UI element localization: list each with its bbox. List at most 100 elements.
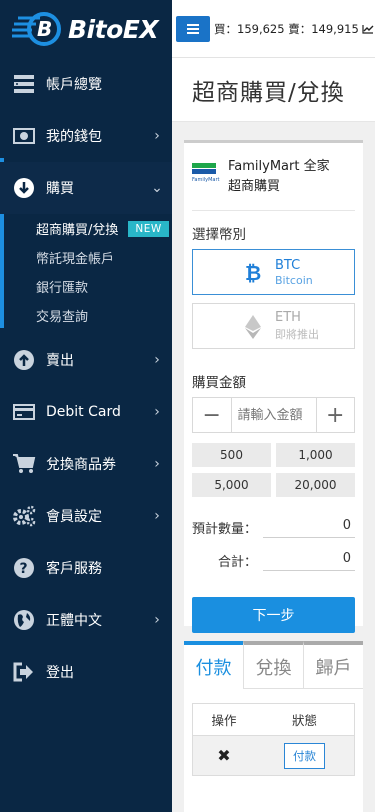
tab-exchange[interactable]: 兌換: [243, 641, 303, 689]
quick-amounts: 500 1,000 5,000 20,000: [192, 443, 355, 497]
sidebar-item-label: 客戶服務: [46, 561, 102, 577]
sidebar-item-support[interactable]: ? 客戶服務: [0, 542, 172, 594]
submenu-item-cash-account[interactable]: 幣託現金帳戶: [36, 243, 172, 272]
hamburger-icon: [187, 23, 199, 34]
submenu-item-label: 交易查詢: [36, 310, 89, 325]
amount-input[interactable]: [230, 398, 317, 432]
price-ticker: 買：159,625 賣：149,915: [214, 21, 359, 36]
store-name: FamilyMart 全家: [228, 159, 330, 174]
sidebar-item-overview[interactable]: 帳戶總覽: [0, 58, 172, 110]
logout-icon: [12, 660, 36, 684]
decrease-button[interactable]: −: [193, 398, 231, 432]
table-row: ✖ 付款: [193, 736, 354, 775]
chevron-down-icon: ⌄: [151, 180, 163, 196]
bitcoin-icon: ₿: [243, 262, 263, 284]
table-header: 操作 狀態: [193, 704, 354, 736]
tab-payment[interactable]: 付款: [184, 641, 243, 689]
currency-label: 選擇幣別: [192, 227, 246, 243]
orders-table: 操作 狀態 ✖ 付款: [192, 703, 355, 776]
sidebar-item-label: 登出: [46, 665, 74, 681]
sidebar-item-label: 兌換商品券: [46, 457, 116, 473]
sidebar-item-vouchers[interactable]: 兌換商品券 ›: [0, 438, 172, 490]
purchase-card: FamilyMart FamilyMart 全家 超商購買 選擇幣別 ₿ BTC…: [184, 140, 363, 633]
svg-text:?: ?: [20, 561, 28, 577]
quick-amount-button[interactable]: 1,000: [276, 443, 355, 467]
chevron-right-icon: ›: [154, 508, 160, 524]
wallet-icon: [12, 124, 36, 148]
question-icon: ?: [12, 556, 36, 580]
top-bar: 買：159,625 賣：149,915: [172, 0, 375, 58]
next-step-button[interactable]: 下一步: [192, 597, 355, 633]
sidebar-item-label: 會員設定: [46, 509, 102, 525]
estimated-quantity-row: 預計數量： 0: [184, 511, 363, 544]
sidebar-item-sell[interactable]: 賣出 ›: [0, 334, 172, 386]
submenu-item-transactions[interactable]: 交易查詢: [36, 301, 172, 330]
store-title: FamilyMart 全家 超商購買: [228, 157, 330, 197]
cart-icon: [12, 452, 36, 476]
buy-submenu: 超商購買/兌換 NEW 幣託現金帳戶 銀行匯款 交易查詢: [0, 214, 172, 330]
submenu-item-label: 超商購買/兌換: [36, 223, 119, 238]
bitoex-logo-icon: B: [12, 12, 61, 46]
sidebar: B BitoEX 帳戶總覽 我的錢包 › 購買 ⌄ 超商購買/兌換 NEW 幣託…: [0, 0, 172, 812]
brand-logo[interactable]: B BitoEX: [0, 0, 172, 58]
sidebar-item-label: Debit Card: [46, 404, 121, 420]
quick-amount-button[interactable]: 20,000: [276, 473, 355, 497]
cancel-icon[interactable]: ✖: [193, 736, 255, 775]
order-tabs: 付款 兌換 歸戶 操作 狀態 ✖ 付款: [184, 641, 363, 812]
dashboard-icon: [12, 72, 36, 96]
coin-subtitle: Bitcoin: [275, 273, 313, 287]
total-row: 合計： 0: [184, 544, 363, 577]
sidebar-item-member-settings[interactable]: 會員設定 ›: [0, 490, 172, 542]
btc-option-button[interactable]: ₿ BTC Bitcoin: [192, 249, 355, 295]
tab-assign[interactable]: 歸戶: [303, 641, 363, 689]
estimated-quantity-value: 0: [263, 518, 355, 538]
column-header-status: 狀態: [291, 713, 317, 728]
upload-circle-icon: [12, 348, 36, 372]
svg-text:₿: ₿: [245, 262, 261, 284]
divider: [192, 210, 355, 211]
chevron-right-icon: ›: [154, 456, 160, 472]
sidebar-item-label: 帳戶總覽: [46, 77, 102, 93]
submenu-item-label: 幣託現金帳戶: [36, 252, 115, 267]
new-badge: NEW: [128, 220, 169, 237]
sidebar-item-logout[interactable]: 登出: [0, 646, 172, 698]
card-icon: [12, 400, 36, 424]
eth-option-button[interactable]: ETH 即將推出: [192, 303, 355, 349]
globe-icon: [12, 608, 36, 632]
sidebar-item-label: 賣出: [46, 353, 74, 369]
store-header: FamilyMart FamilyMart 全家 超商購買: [184, 143, 363, 197]
pay-button[interactable]: 付款: [284, 742, 325, 769]
submenu-item-bank-transfer[interactable]: 銀行匯款: [36, 272, 172, 301]
sidebar-item-label: 購買: [46, 181, 74, 197]
sidebar-item-buy[interactable]: 購買 ⌄: [0, 162, 172, 214]
page-header: 超商購買/兌換: [172, 58, 375, 122]
trend-chart-icon[interactable]: [362, 24, 374, 34]
increase-button[interactable]: +: [317, 398, 355, 432]
amount-stepper: − +: [192, 397, 355, 433]
estimated-quantity-label: 預計數量：: [191, 522, 257, 537]
quick-amount-button[interactable]: 5,000: [192, 473, 271, 497]
coin-code: BTC: [275, 257, 301, 273]
sidebar-item-language[interactable]: 正體中文 ›: [0, 594, 172, 646]
tab-bar: 付款 兌換 歸戶: [184, 641, 363, 689]
brand-name: BitoEX: [68, 14, 159, 44]
coin-subtitle: 即將推出: [275, 328, 319, 341]
svg-text:B: B: [37, 17, 52, 41]
submenu-item-convenience-store[interactable]: 超商購買/兌換 NEW: [36, 214, 172, 243]
amount-label: 購買金額: [192, 375, 246, 391]
submenu-item-label: 銀行匯款: [36, 281, 89, 296]
menu-toggle-button[interactable]: [176, 15, 210, 42]
quick-amount-button[interactable]: 500: [192, 443, 271, 467]
chevron-right-icon: ›: [154, 612, 160, 628]
sidebar-item-label: 正體中文: [46, 613, 102, 629]
column-header-action: 操作: [211, 713, 237, 728]
page-title: 超商購買/兌換: [192, 79, 345, 106]
total-value: 0: [263, 551, 355, 571]
total-label: 合計：: [217, 555, 257, 570]
btc-option-text: BTC Bitcoin: [275, 258, 313, 287]
chevron-right-icon: ›: [154, 352, 160, 368]
sidebar-item-debit-card[interactable]: Debit Card ›: [0, 386, 172, 438]
eth-option-text: ETH 即將推出: [275, 310, 319, 342]
sidebar-item-wallet[interactable]: 我的錢包 ›: [0, 110, 172, 162]
familymart-logo: FamilyMart: [192, 163, 219, 189]
